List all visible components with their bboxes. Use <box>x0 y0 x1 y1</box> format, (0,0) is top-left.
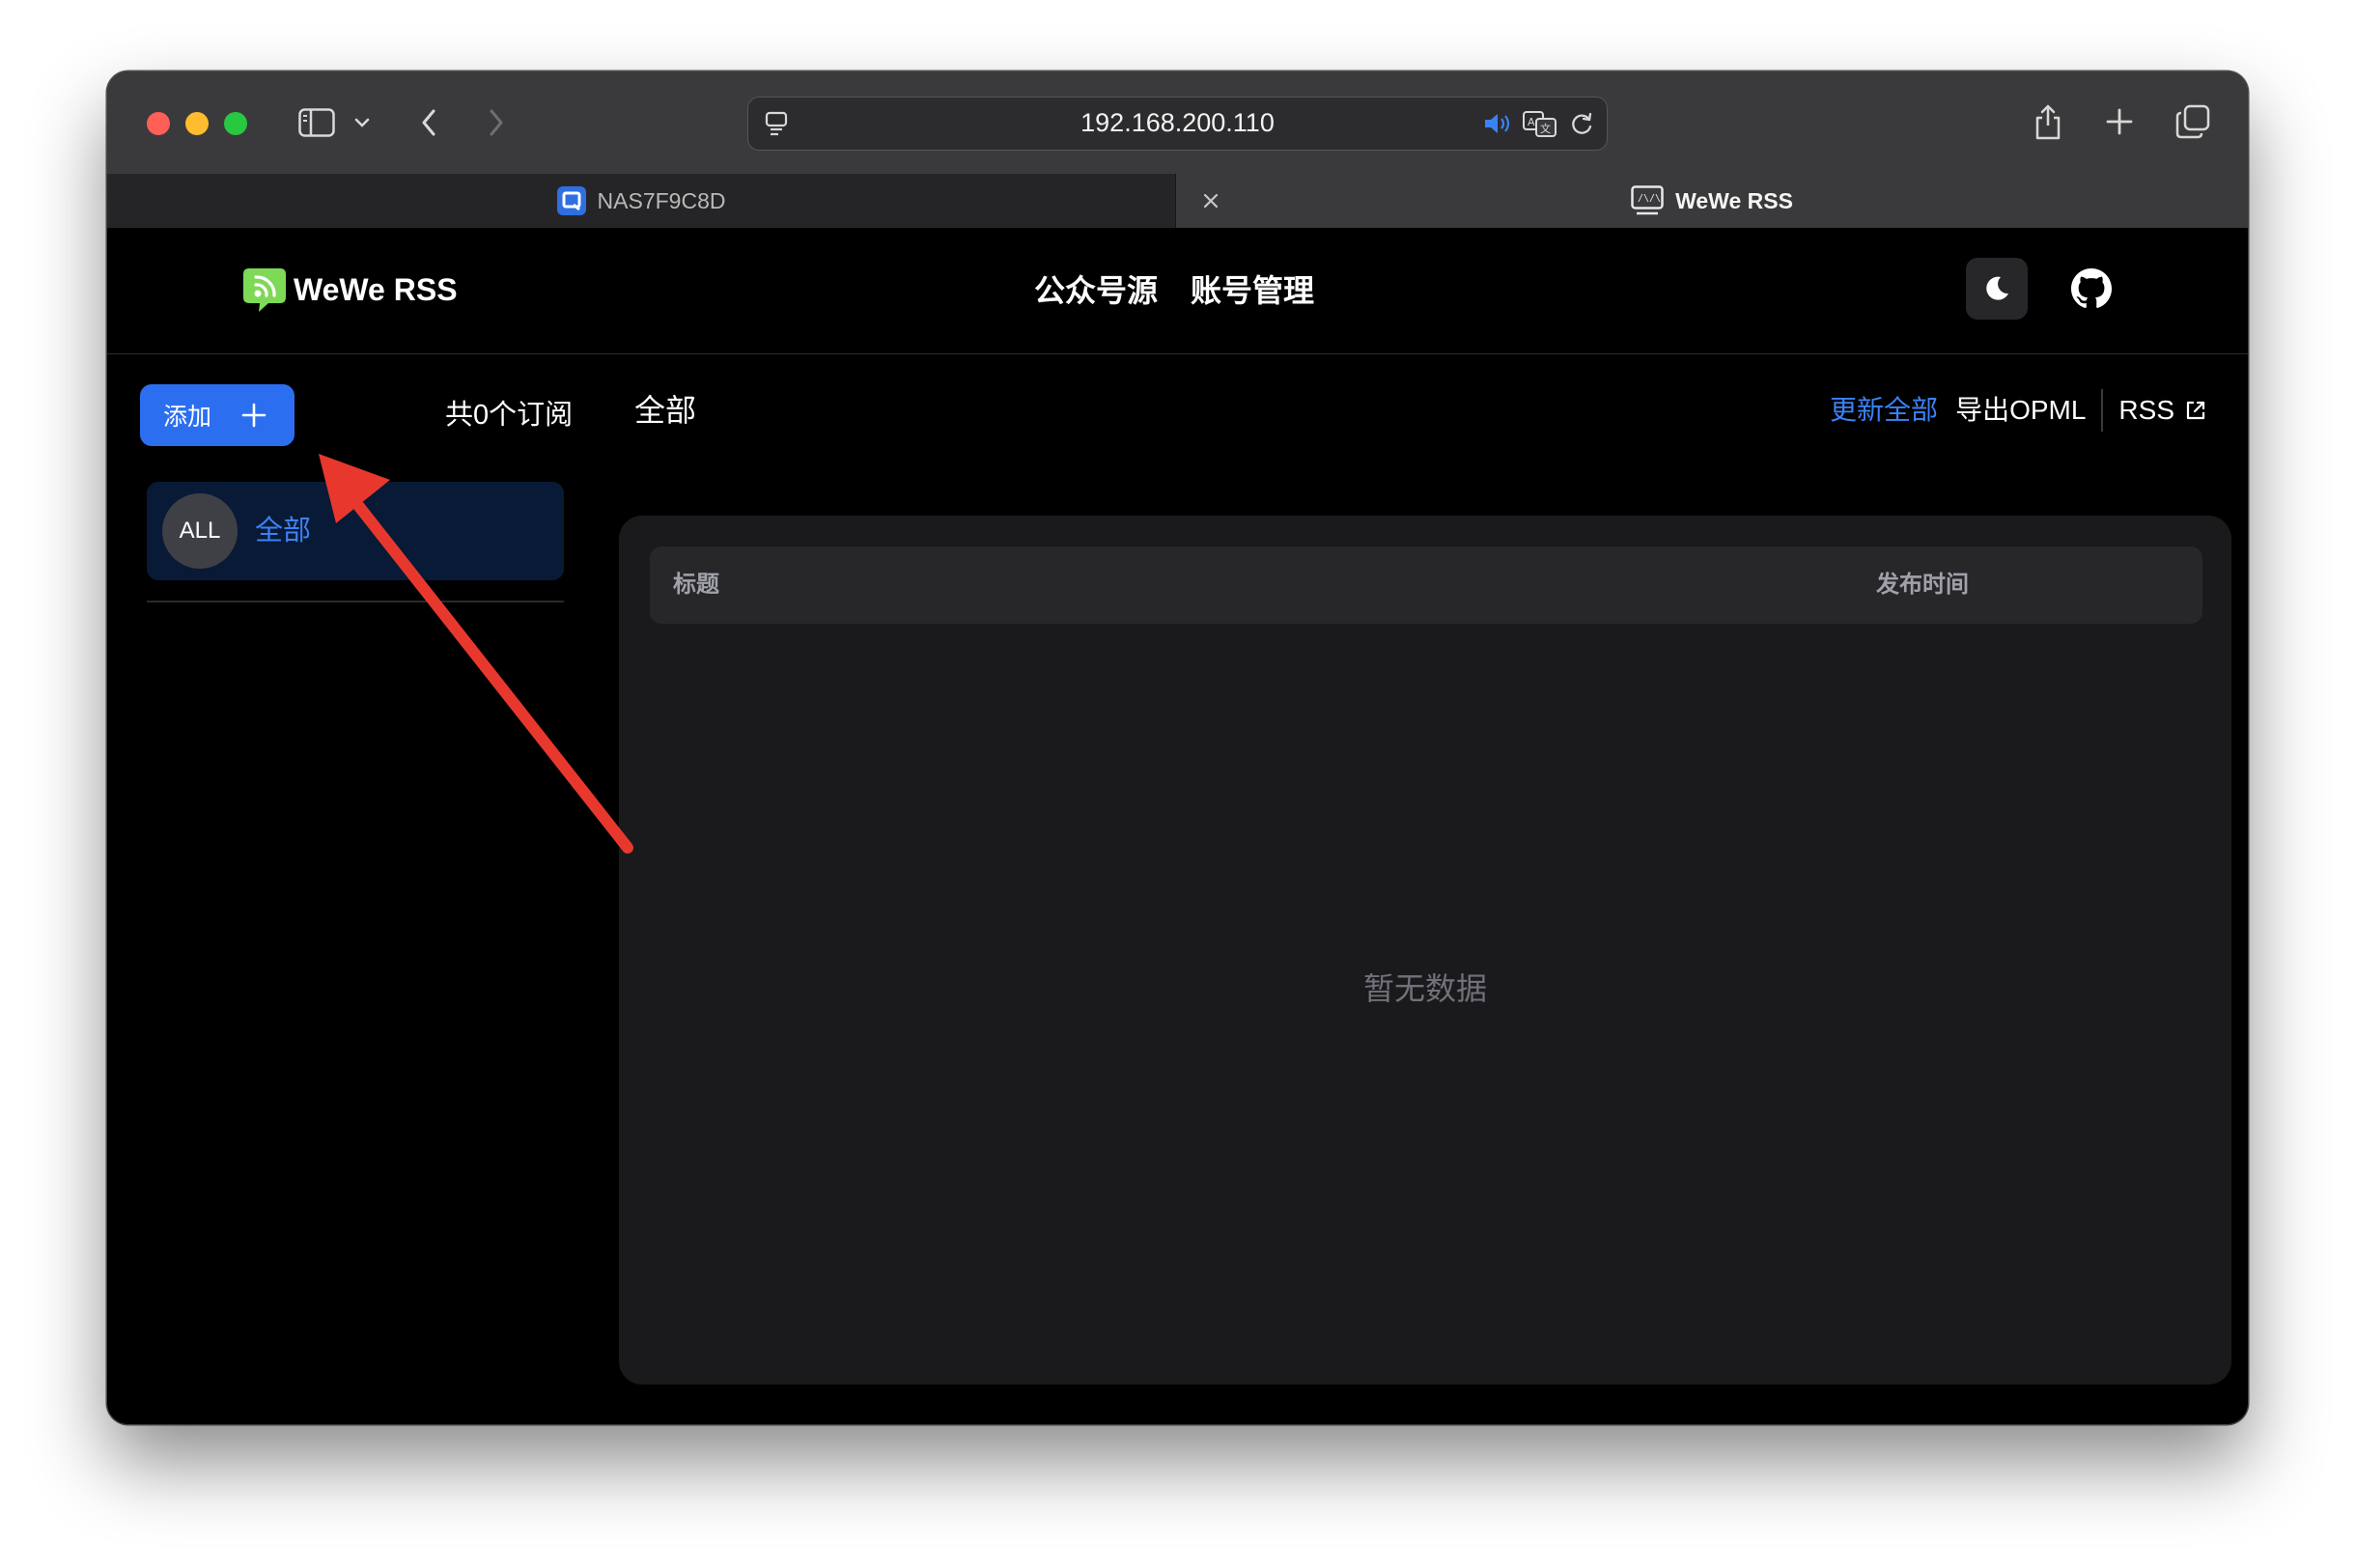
browser-toolbar: 192.168.200.110 A文 <box>107 71 2248 174</box>
wewe-logo-icon <box>239 265 290 315</box>
browser-window: 192.168.200.110 A文 NAS7F9C8D /\/\ WeWe R… <box>107 71 2248 1424</box>
tab-overview-icon[interactable] <box>2174 102 2212 141</box>
external-link-icon <box>2174 399 2207 422</box>
github-link[interactable] <box>2067 265 2116 313</box>
page-title: 全部 <box>634 393 697 428</box>
tab-label: WeWe RSS <box>1675 187 1793 213</box>
sidebar-toggle-icon[interactable] <box>296 105 337 140</box>
nav-official-accounts[interactable]: 公众号源 <box>1034 266 1158 315</box>
zoom-window-button[interactable] <box>224 112 247 135</box>
actions-divider <box>2101 389 2104 432</box>
table-header: 标题 发布时间 <box>650 546 2202 624</box>
minimize-window-button[interactable] <box>185 112 209 135</box>
close-tab-icon[interactable] <box>1195 185 1226 216</box>
github-icon <box>2071 268 2112 309</box>
rss-label: RSS <box>2118 395 2174 425</box>
forward-icon[interactable] <box>482 104 511 141</box>
tab-bar: NAS7F9C8D /\/\ WeWe RSS <box>107 174 2248 228</box>
plus-icon <box>240 402 267 429</box>
feed-actions: 更新全部 导出OPML RSS <box>1830 388 2207 433</box>
nav-account-management[interactable]: 账号管理 <box>1191 266 1314 315</box>
share-icon[interactable] <box>2031 100 2065 143</box>
wewe-favicon-icon: /\/\ <box>1631 185 1664 216</box>
tab-wewe-rss[interactable]: /\/\ WeWe RSS <box>1176 174 2248 228</box>
nas-favicon-icon <box>556 186 586 215</box>
main-nav: 公众号源 账号管理 <box>1034 266 1347 315</box>
tab-nas[interactable]: NAS7F9C8D <box>107 174 1176 228</box>
add-subscription-button[interactable]: 添加 <box>140 384 294 446</box>
reload-icon[interactable] <box>1567 110 1596 139</box>
app-header: WeWe RSS 公众号源 账号管理 <box>107 228 2248 354</box>
articles-panel: 标题 发布时间 暂无数据 <box>619 516 2231 1385</box>
avatar: ALL <box>162 493 238 569</box>
theme-toggle-button[interactable] <box>1966 258 2028 320</box>
update-all-link[interactable]: 更新全部 <box>1830 388 1938 433</box>
svg-text:文: 文 <box>1540 122 1551 135</box>
svg-text:/\/\: /\/\ <box>1638 193 1661 204</box>
speaker-icon[interactable] <box>1482 110 1513 137</box>
url-text[interactable]: 192.168.200.110 <box>748 98 1607 149</box>
subscription-count: 共0个订阅 <box>445 400 574 431</box>
sidebar-divider <box>147 601 564 602</box>
new-tab-icon[interactable] <box>2102 104 2137 139</box>
address-bar[interactable]: 192.168.200.110 A文 <box>747 97 1608 151</box>
add-button-label: 添加 <box>163 404 212 431</box>
feed-name: 全部 <box>255 516 312 546</box>
chevron-down-icon[interactable] <box>352 112 372 133</box>
translate-icon[interactable]: A文 <box>1521 108 1559 139</box>
app-root: WeWe RSS 公众号源 账号管理 添加 共0个订阅 ALL 全部 全部 更新… <box>107 228 2248 1424</box>
column-header-publish-time: 发布时间 <box>1876 572 1969 598</box>
brand-name: WeWe RSS <box>294 271 458 307</box>
svg-text:A: A <box>1528 116 1535 128</box>
empty-state: 暂无数据 <box>1362 971 1487 1006</box>
column-header-title: 标题 <box>673 572 719 598</box>
moon-icon <box>1982 274 2011 303</box>
feed-item-all[interactable]: ALL 全部 <box>147 482 564 580</box>
brand[interactable]: WeWe RSS <box>239 265 458 315</box>
tab-label: NAS7F9C8D <box>597 187 726 213</box>
export-opml-link[interactable]: 导出OPML <box>1955 388 2086 433</box>
rss-link[interactable]: RSS <box>2118 388 2207 433</box>
close-window-button[interactable] <box>147 112 170 135</box>
back-icon[interactable] <box>414 104 443 141</box>
